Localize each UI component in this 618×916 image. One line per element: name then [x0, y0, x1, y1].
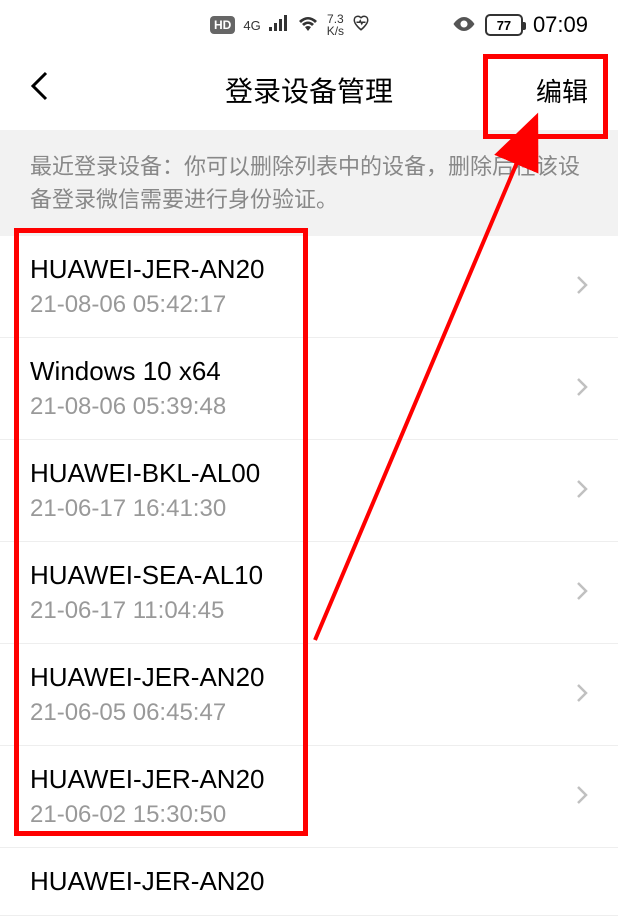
- chevron-right-icon: [576, 781, 588, 812]
- nav-bar: 登录设备管理 编辑: [0, 50, 618, 130]
- device-name: HUAWEI-JER-AN20: [30, 254, 265, 285]
- status-bar: HD 4G 7.3 K/s 77 07:09: [0, 0, 618, 50]
- device-name: HUAWEI-SEA-AL10: [30, 560, 263, 591]
- device-info: HUAWEI-SEA-AL10 21-06-17 11:04:45: [30, 560, 263, 625]
- device-item[interactable]: HUAWEI-SEA-AL10 21-06-17 11:04:45: [0, 542, 618, 644]
- device-item[interactable]: HUAWEI-JER-AN20: [0, 848, 618, 916]
- device-time: 21-06-02 15:30:50: [30, 801, 265, 829]
- device-item[interactable]: Windows 10 x64 21-08-06 05:39:48: [0, 338, 618, 440]
- device-info: Windows 10 x64 21-08-06 05:39:48: [30, 356, 226, 421]
- device-time: 21-08-06 05:42:17: [30, 291, 265, 319]
- network-type: 4G: [243, 18, 260, 33]
- device-item[interactable]: HUAWEI-JER-AN20 21-06-05 06:45:47: [0, 644, 618, 746]
- device-time: 21-06-17 16:41:30: [30, 495, 260, 523]
- info-text: 最近登录设备：你可以删除列表中的设备，删除后在该设备登录微信需要进行身份验证。: [0, 130, 618, 236]
- chevron-right-icon: [576, 679, 588, 710]
- device-item[interactable]: HUAWEI-JER-AN20 21-06-02 15:30:50: [0, 746, 618, 848]
- chevron-right-icon: [576, 373, 588, 404]
- eye-icon: [453, 15, 475, 36]
- heart-icon: [352, 14, 370, 37]
- device-info: HUAWEI-JER-AN20 21-06-05 06:45:47: [30, 662, 265, 727]
- device-info: HUAWEI-BKL-AL00 21-06-17 16:41:30: [30, 458, 260, 523]
- device-name: HUAWEI-JER-AN20: [30, 662, 265, 693]
- device-time: 21-06-05 06:45:47: [30, 699, 265, 727]
- battery-icon: 77: [485, 14, 523, 36]
- status-left: HD 4G 7.3 K/s: [210, 13, 370, 37]
- edit-button[interactable]: 编辑: [536, 72, 588, 109]
- device-info: HUAWEI-JER-AN20 21-06-02 15:30:50: [30, 764, 265, 829]
- wifi-icon: [297, 15, 319, 36]
- device-item[interactable]: HUAWEI-JER-AN20 21-08-06 05:42:17: [0, 236, 618, 338]
- network-speed: 7.3 K/s: [327, 13, 344, 37]
- signal-icon: [269, 15, 289, 36]
- status-right: 77 07:09: [453, 12, 588, 38]
- chevron-right-icon: [576, 475, 588, 506]
- device-item[interactable]: HUAWEI-BKL-AL00 21-06-17 16:41:30: [0, 440, 618, 542]
- chevron-right-icon: [576, 577, 588, 608]
- chevron-right-icon: [576, 271, 588, 302]
- hd-badge: HD: [210, 16, 235, 34]
- device-name: HUAWEI-BKL-AL00: [30, 458, 260, 489]
- device-time: 21-06-17 11:04:45: [30, 597, 263, 625]
- back-icon[interactable]: [30, 71, 48, 109]
- clock-time: 07:09: [533, 12, 588, 38]
- device-info: HUAWEI-JER-AN20: [30, 866, 265, 897]
- device-name: HUAWEI-JER-AN20: [30, 866, 265, 897]
- device-list: HUAWEI-JER-AN20 21-08-06 05:42:17 Window…: [0, 236, 618, 916]
- device-time: 21-08-06 05:39:48: [30, 393, 226, 421]
- device-info: HUAWEI-JER-AN20 21-08-06 05:42:17: [30, 254, 265, 319]
- device-name: Windows 10 x64: [30, 356, 226, 387]
- page-title: 登录设备管理: [225, 70, 393, 110]
- device-name: HUAWEI-JER-AN20: [30, 764, 265, 795]
